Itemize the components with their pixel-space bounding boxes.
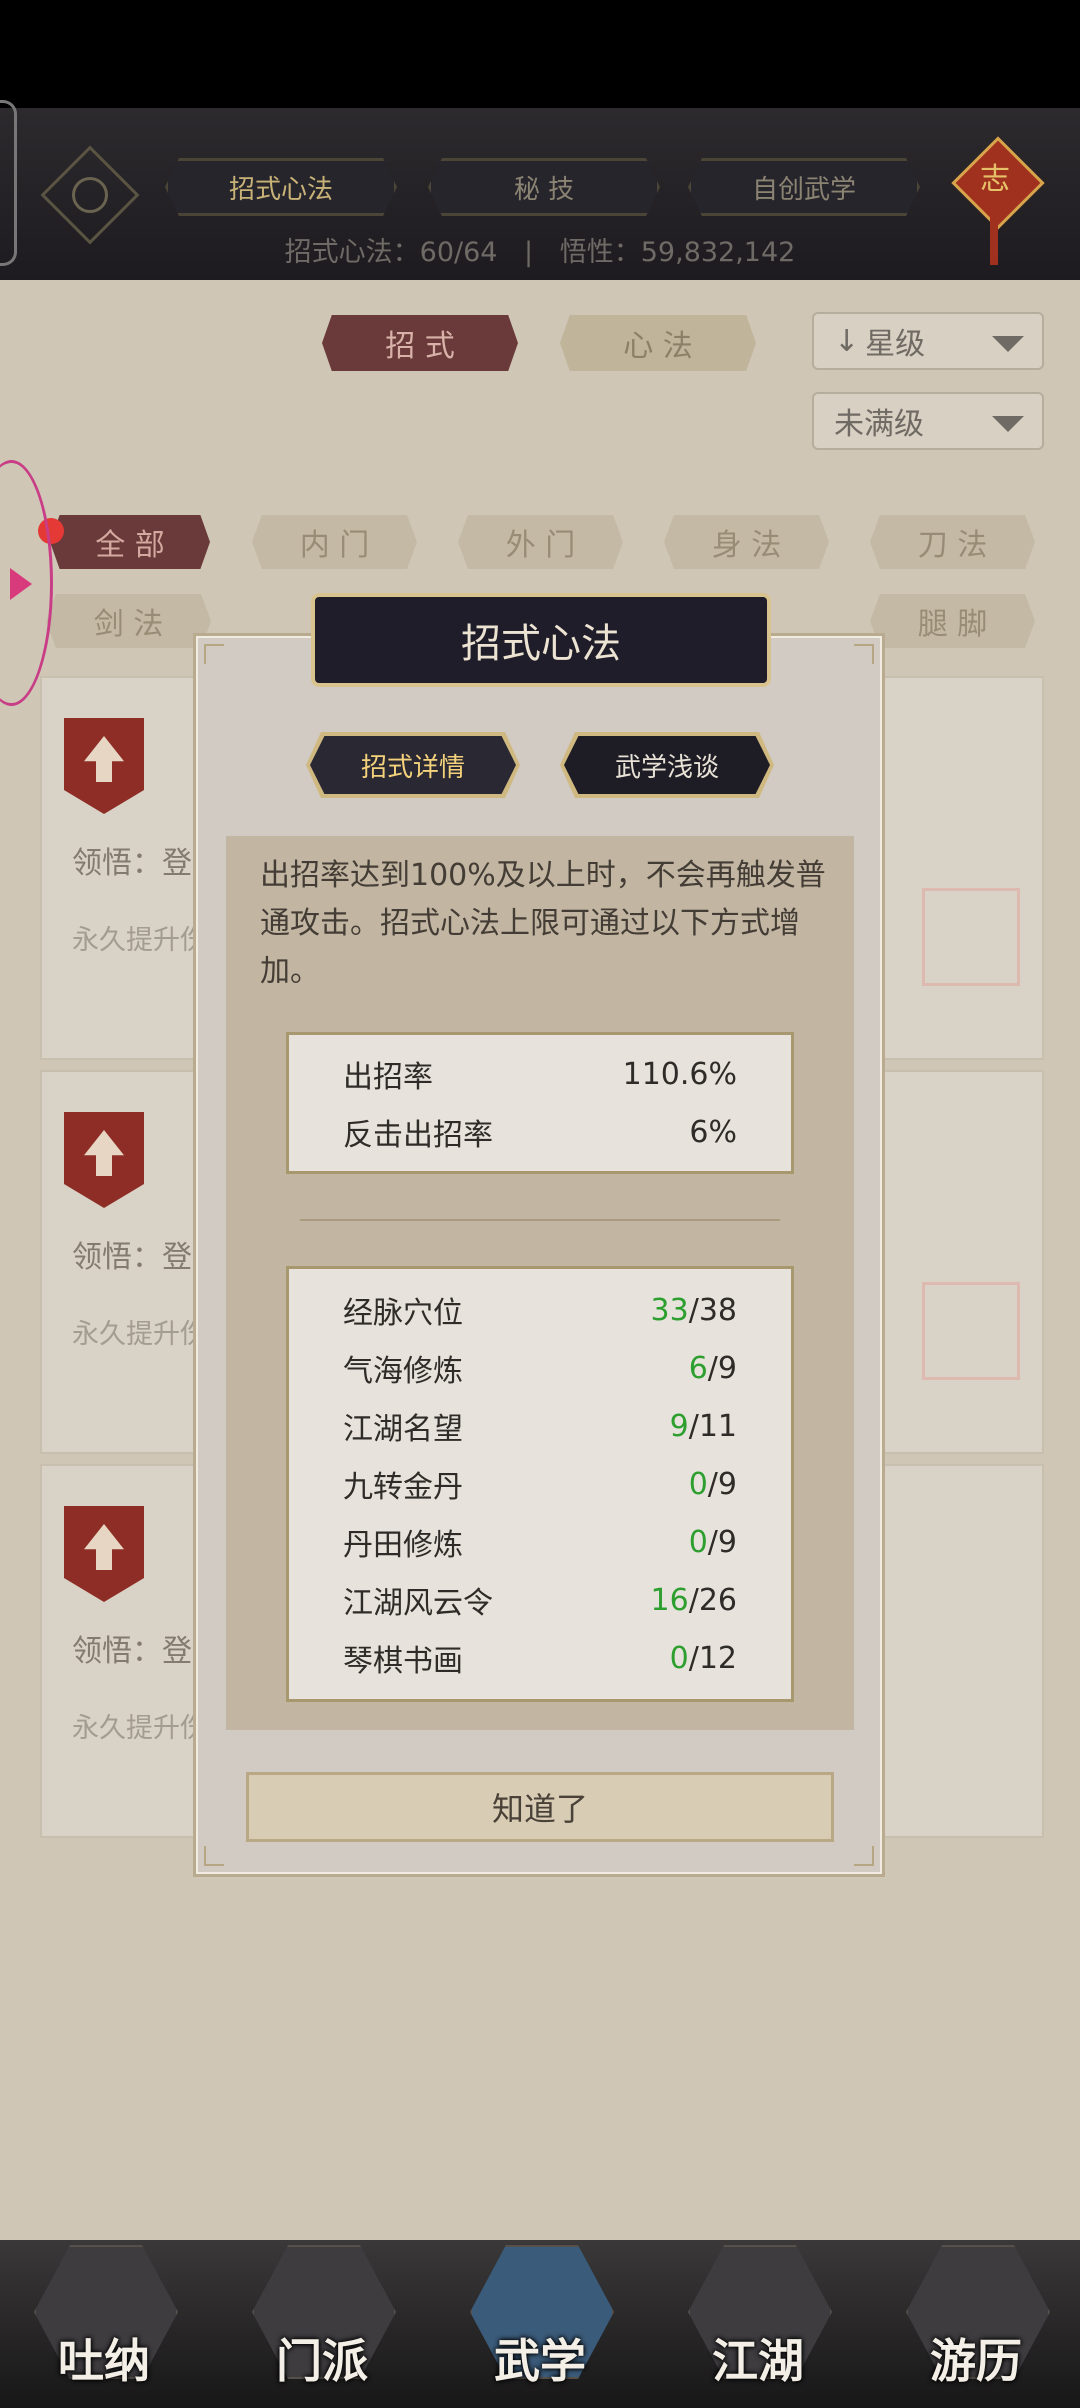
source-max: /9	[707, 1350, 737, 1386]
source-value: 0/9	[689, 1525, 737, 1560]
source-value: 16/26	[651, 1583, 737, 1618]
sort-arrow-icon: ↓	[834, 323, 860, 359]
dialog-description: 出招率达到100%及以上时，不会再触发普通攻击。招式心法上限可通过以下方式增加。	[260, 858, 826, 989]
source-max: /9	[707, 1524, 737, 1560]
expand-arrow-icon[interactable]	[10, 568, 32, 600]
filter-dropdown[interactable]: 未满级	[812, 392, 1044, 450]
source-current: 16	[650, 1582, 689, 1618]
segment-zhaoshi[interactable]: 招 式	[322, 315, 518, 371]
tab-zichuang-wuxue[interactable]: 自创武学	[688, 158, 920, 216]
nav-menpai[interactable]: 门派	[252, 2245, 396, 2395]
card-label: 领悟：登	[72, 1240, 192, 1275]
category-neimen[interactable]: 内 门	[252, 515, 417, 569]
card-sub: 永久提升伤	[72, 1713, 207, 1744]
category-all[interactable]: 全 部	[50, 515, 210, 569]
rate-label: 反击出招率	[343, 1118, 493, 1153]
nav-youli[interactable]: 游历	[906, 2245, 1050, 2395]
source-max: /26	[688, 1582, 737, 1618]
eye-icon-pupil	[72, 177, 108, 213]
nav-label: 游历	[930, 2334, 1022, 2388]
source-label: 九转金丹	[343, 1470, 463, 1505]
chevron-down-icon	[992, 416, 1024, 432]
source-current: 9	[669, 1408, 689, 1444]
source-row: 丹田修炼 0/9	[343, 1513, 737, 1571]
source-max: /9	[707, 1466, 737, 1502]
nav-jianghu[interactable]: 江湖	[688, 2245, 832, 2395]
tab-zhaoshi-xinfa[interactable]: 招式心法	[165, 158, 397, 216]
category-shenfa[interactable]: 身 法	[664, 515, 829, 569]
source-row: 江湖名望 9/11	[343, 1397, 737, 1455]
source-row: 经脉穴位 33/38	[343, 1281, 737, 1339]
skills-count: 招式心法：60/64	[284, 237, 498, 268]
source-current: 33	[650, 1292, 689, 1328]
rate-value: 6%	[689, 1114, 737, 1150]
rate-row: 反击出招率 6%	[343, 1103, 737, 1161]
tab-zhaoshi-detail[interactable]: 招式详情	[310, 736, 516, 794]
corner-ornament	[854, 1846, 874, 1866]
tab-wuxue-qiantan[interactable]: 武学浅谈	[564, 736, 770, 794]
source-label: 经脉穴位	[343, 1296, 463, 1331]
source-label: 气海修炼	[343, 1354, 463, 1389]
corner-ornament	[204, 644, 224, 664]
seal-stamp-icon	[922, 1282, 1020, 1380]
tab-miji[interactable]: 秘 技	[428, 158, 660, 216]
source-row: 气海修炼 6/9	[343, 1339, 737, 1397]
status-bar	[0, 0, 1080, 108]
wuxing-value: 悟性：59,832,142	[559, 237, 796, 268]
knot-label: 志	[980, 162, 1010, 197]
source-value: 0/9	[689, 1467, 737, 1502]
sort-dropdown-label: 星级	[865, 327, 926, 362]
source-value: 0/12	[670, 1641, 737, 1676]
source-label: 江湖风云令	[343, 1586, 493, 1621]
source-max: /12	[688, 1640, 737, 1676]
category-waimen[interactable]: 外 门	[458, 515, 623, 569]
category-daofa[interactable]: 刀 法	[870, 515, 1035, 569]
source-value: 6/9	[689, 1351, 737, 1386]
card-sub: 永久提升伤	[72, 925, 207, 956]
rate-row: 出招率 110.6%	[343, 1045, 737, 1103]
source-value: 9/11	[670, 1409, 737, 1444]
chevron-down-icon	[992, 336, 1024, 352]
source-row: 九转金丹 0/9	[343, 1455, 737, 1513]
dialog-title: 招式心法	[311, 593, 771, 687]
ok-button[interactable]: 知道了	[246, 1772, 834, 1842]
nav-label: 武学	[494, 2334, 586, 2388]
source-value: 33/38	[651, 1293, 737, 1328]
source-label: 江湖名望	[343, 1412, 463, 1447]
filter-dropdown-label: 未满级	[834, 407, 924, 442]
category-jianfa[interactable]: 剑 法	[46, 594, 211, 648]
source-current: 0	[688, 1466, 708, 1502]
nav-tuna[interactable]: 吐纳	[34, 2245, 178, 2395]
source-label: 丹田修炼	[343, 1528, 463, 1563]
divider	[300, 1219, 780, 1221]
nav-label: 门派	[276, 2334, 368, 2388]
rate-value: 110.6%	[622, 1056, 737, 1092]
nav-label: 江湖	[712, 2334, 804, 2388]
source-current: 6	[688, 1350, 708, 1386]
segment-xinfa[interactable]: 心 法	[560, 315, 756, 371]
source-current: 0	[669, 1640, 689, 1676]
top-stats: 招式心法：60/64 | 悟性：59,832,142	[0, 230, 1080, 269]
card-sub: 永久提升伤	[72, 1319, 207, 1350]
corner-ornament	[854, 644, 874, 664]
stats-separator: |	[524, 237, 534, 268]
nav-wuxue[interactable]: 武学	[470, 2245, 614, 2395]
category-tuijiao[interactable]: 腿 脚	[870, 594, 1035, 648]
sources-box: 经脉穴位 33/38 气海修炼 6/9 江湖名望 9/11 九转金丹 0/9 丹…	[286, 1266, 794, 1702]
corner-ornament	[204, 1846, 224, 1866]
source-row: 琴棋书画 0/12	[343, 1629, 737, 1687]
source-label: 琴棋书画	[343, 1644, 463, 1679]
card-label: 领悟：登	[72, 846, 192, 881]
rate-label: 出招率	[343, 1060, 433, 1095]
source-current: 0	[688, 1524, 708, 1560]
source-max: /11	[688, 1408, 737, 1444]
rate-box: 出招率 110.6% 反击出招率 6%	[286, 1032, 794, 1174]
source-row: 江湖风云令 16/26	[343, 1571, 737, 1629]
nav-label: 吐纳	[58, 2334, 150, 2388]
seal-stamp-icon	[922, 888, 1020, 986]
source-max: /38	[688, 1292, 737, 1328]
card-label: 领悟：登	[72, 1634, 192, 1669]
sort-dropdown[interactable]: ↓ 星级	[812, 312, 1044, 370]
